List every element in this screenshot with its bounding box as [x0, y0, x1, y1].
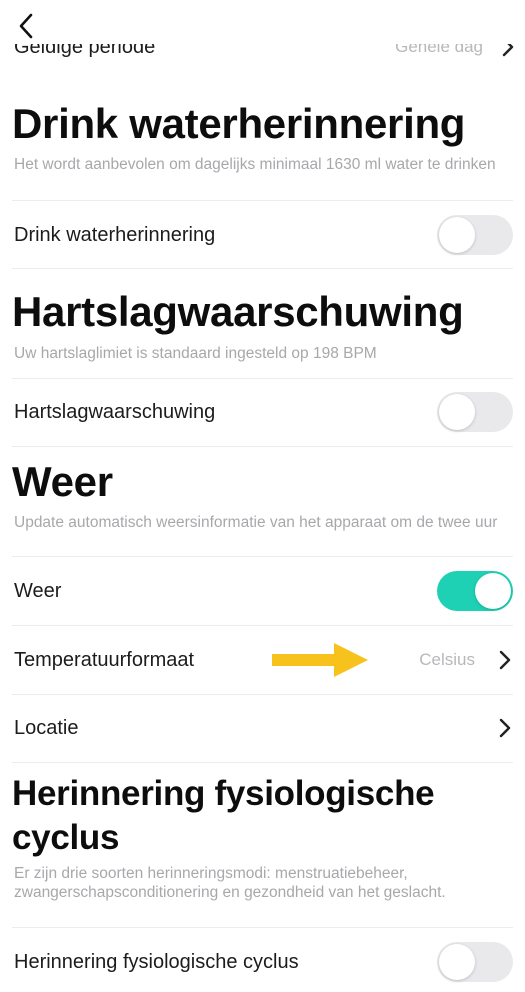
chevron-right-icon	[502, 44, 514, 57]
valid-period-row[interactable]: Geldige periode Gehele dag	[14, 44, 515, 68]
cycle-reminder-toggle[interactable]	[437, 942, 513, 982]
section-description-heart-rate: Uw hartslaglimiet is standaard ingesteld…	[14, 345, 377, 362]
section-description-weather: Update automatisch weersinformatie van h…	[14, 514, 498, 531]
temperature-format-value: Celsius	[419, 650, 475, 669]
weather-label: Weer	[14, 579, 62, 602]
heart-rate-alert-toggle[interactable]	[437, 392, 513, 432]
chevron-right-icon	[499, 718, 511, 738]
location-label: Locatie	[14, 716, 79, 739]
weather-toggle[interactable]	[437, 571, 513, 611]
location-row[interactable]: Locatie	[14, 698, 513, 758]
section-title-cycle: Herinnering fysiologische cyclus	[12, 774, 435, 857]
chevron-left-icon	[19, 13, 33, 39]
section-description-water: Het wordt aanbevolen om dagelijks minima…	[14, 156, 496, 173]
section-title-water: Drink waterherinnering	[12, 100, 466, 147]
back-button[interactable]	[12, 8, 40, 44]
temperature-format-label: Temperatuurformaat	[14, 648, 195, 671]
divider	[12, 446, 513, 447]
section-title-weather: Weer	[12, 458, 113, 505]
water-reminder-toggle[interactable]	[437, 215, 513, 255]
valid-period-value: Gehele dag	[395, 44, 483, 56]
chevron-right-icon	[499, 650, 511, 670]
divider	[12, 762, 513, 763]
water-reminder-label: Drink waterherinnering	[14, 223, 216, 246]
toggle-knob	[439, 944, 475, 980]
weather-row[interactable]: Weer	[14, 561, 513, 621]
toggle-knob	[439, 394, 475, 430]
heart-rate-alert-label: Hartslagwaarschuwing	[14, 400, 216, 423]
divider	[12, 927, 513, 928]
divider	[12, 200, 513, 201]
valid-period-label: Geldige periode	[14, 44, 156, 58]
divider	[12, 694, 513, 695]
toggle-knob	[439, 217, 475, 253]
divider	[12, 625, 513, 626]
heart-rate-alert-row[interactable]: Hartslagwaarschuwing	[14, 382, 513, 442]
cycle-reminder-row[interactable]: Herinnering fysiologische cyclus	[14, 932, 513, 992]
divider	[12, 556, 513, 557]
temperature-format-row[interactable]: Temperatuurformaat Celsius	[14, 630, 513, 690]
divider	[12, 268, 513, 269]
section-description-cycle: Er zijn drie soorten herinneringsmodi: m…	[14, 865, 446, 901]
divider	[12, 378, 513, 379]
toggle-knob	[475, 573, 511, 609]
section-title-heart-rate: Hartslagwaarschuwing	[12, 288, 464, 335]
water-reminder-row[interactable]: Drink waterherinnering	[14, 205, 513, 265]
cycle-reminder-label: Herinnering fysiologische cyclus	[14, 950, 299, 973]
arrow-right-annotation	[272, 643, 368, 677]
